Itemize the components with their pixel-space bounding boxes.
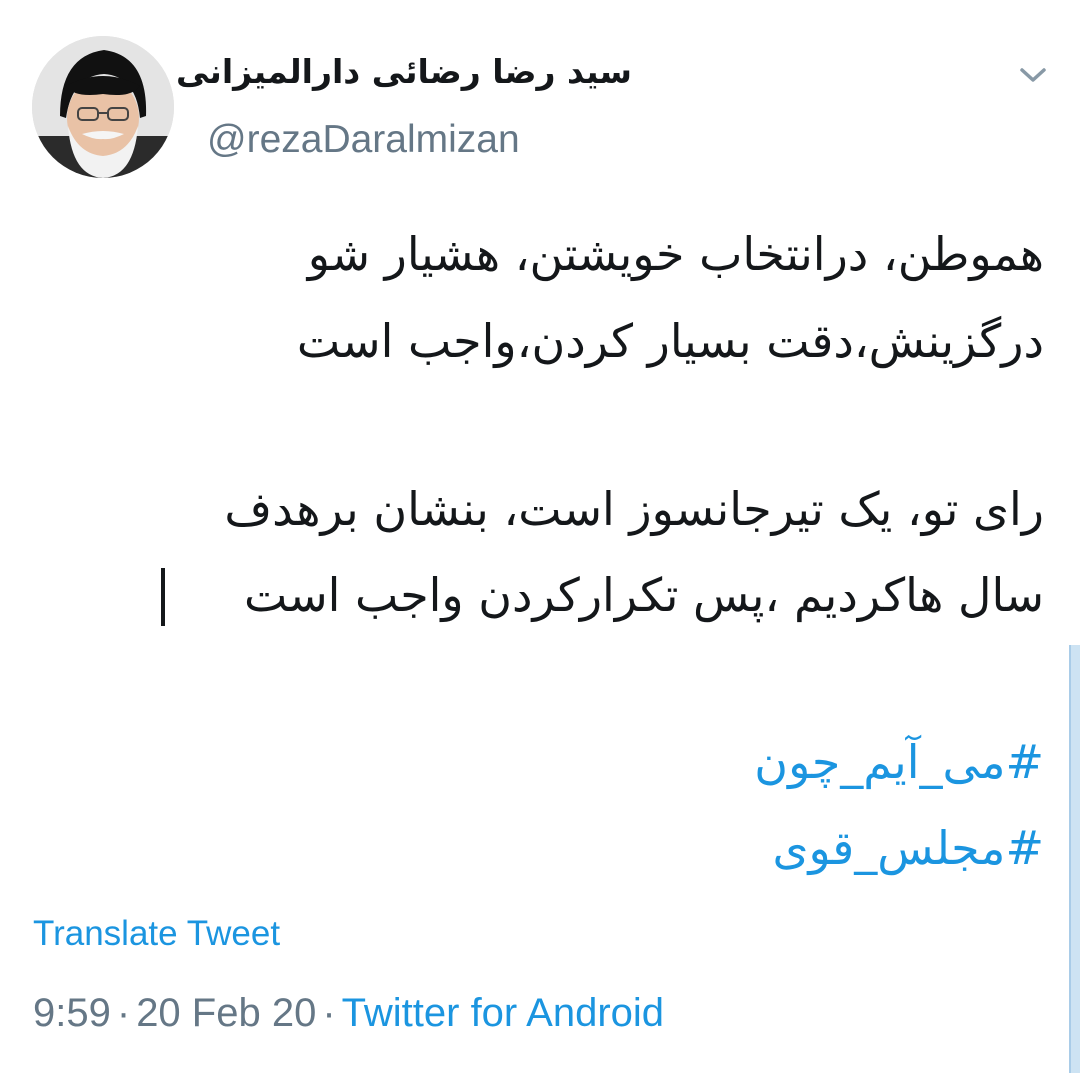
hashtag-link[interactable]: #مجلس_قوی	[772, 818, 1044, 878]
hashtag-link[interactable]: #می_آیم_چون	[754, 732, 1044, 792]
author-handle[interactable]: @rezaDaralmizan	[207, 118, 520, 162]
tweet-time: 9:59	[33, 991, 111, 1035]
tweet-line: هموطن، درانتخاب خویشتن، هشیار شو	[307, 227, 1044, 281]
scroll-indicator[interactable]	[1069, 645, 1080, 1073]
tweet-line: سال هاکردیم ،پس تکرارکردن واجب است	[243, 568, 1044, 622]
profile-photo	[32, 36, 174, 178]
translate-tweet-link[interactable]: Translate Tweet	[33, 914, 280, 954]
tweet-line: رای تو، یک تیرجانسوز است، بنشان برهدف	[224, 482, 1044, 536]
tweet-meta: 9:59 · 20 Feb 20 · Twitter for Android	[33, 991, 664, 1036]
meta-separator: ·	[116, 991, 131, 1035]
text-cursor	[161, 568, 165, 626]
meta-separator: ·	[322, 991, 336, 1035]
tweet-line: درگزینش،دقت بسیار کردن،واجب است	[296, 314, 1044, 368]
author-display-name[interactable]: سید رضا رضائی دارالمیزانی	[176, 52, 632, 91]
avatar[interactable]	[32, 36, 174, 178]
chevron-down-icon[interactable]	[1018, 64, 1048, 86]
tweet-source-link[interactable]: Twitter for Android	[342, 991, 664, 1035]
tweet-date: 20 Feb 20	[136, 991, 317, 1035]
